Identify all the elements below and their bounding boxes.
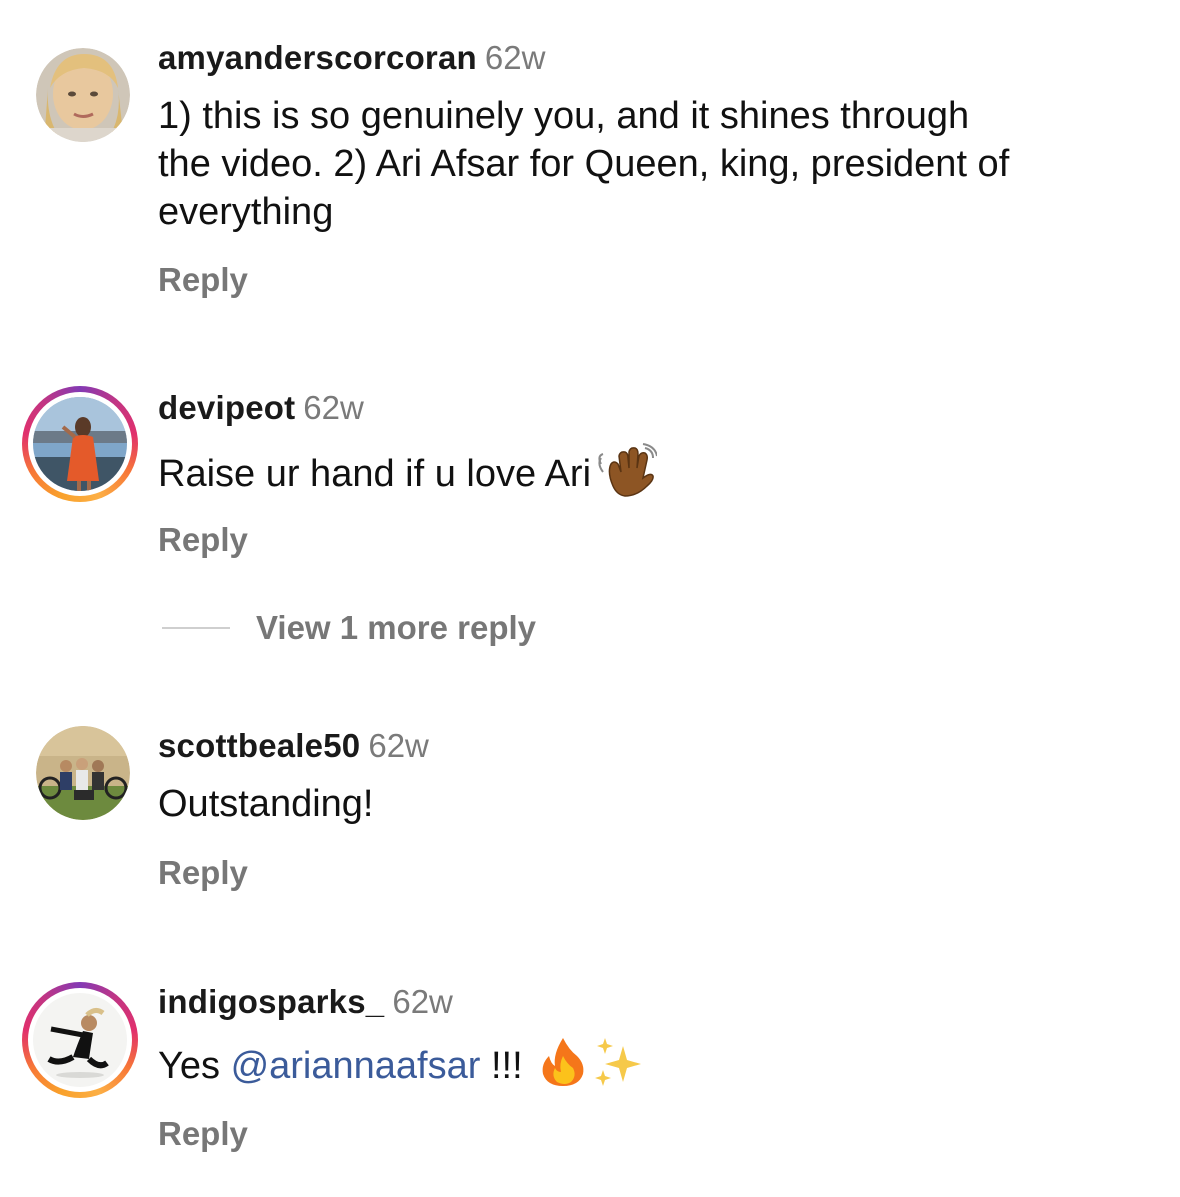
comment-text-prefix: Yes [158,1045,231,1088]
avatar-photo [36,48,130,142]
comment-text-line: the video. 2) Ari Afsar for Queen, king,… [158,143,1010,185]
avatar-photo [36,726,130,820]
avatar[interactable] [22,34,138,150]
avatar-story-ring[interactable] [22,386,138,502]
comment-header: amyanderscorcoran 62w [158,38,545,78]
comment-text: Raise ur hand if u love Ari [158,442,1158,510]
avatar-story-ring[interactable] [22,982,138,1098]
fire-icon [539,1036,587,1100]
view-more-replies[interactable]: View 1 more reply [162,608,536,648]
reply-button[interactable]: Reply [158,853,248,893]
username-link[interactable]: amyanderscorcoran [158,39,477,76]
comment-text: Yes @ariannaafsar !!! [158,1036,1158,1100]
view-more-replies-label[interactable]: View 1 more reply [256,609,536,647]
avatar-frame [36,726,130,820]
comment-text-line: everything [158,191,334,233]
comment-text: Outstanding! [158,780,1158,828]
username-link[interactable]: devipeot [158,389,295,426]
comment-header: scottbeale50 62w [158,726,429,766]
comment-text-content: Raise ur hand if u love Ari [158,453,592,496]
comment-timestamp: 62w [303,389,364,426]
comment-text-content: Outstanding! [158,783,374,825]
username-link[interactable]: indigosparks_ [158,983,384,1020]
avatar-frame [28,988,132,1092]
avatar[interactable] [22,712,138,828]
avatar-photo [33,993,127,1087]
thread-divider [162,627,230,629]
username-link[interactable]: scottbeale50 [158,727,360,764]
avatar-frame [28,392,132,496]
avatar-frame [36,48,130,142]
comment-timestamp: 62w [484,39,546,76]
reply-button[interactable]: Reply [158,520,248,560]
comment-text: 1) this is so genuinely you, and it shin… [158,92,1158,236]
comment-header: indigosparks_ 62w [158,982,453,1022]
comment-text-line: 1) this is so genuinely you, and it shin… [158,95,970,137]
comment-timestamp: 62w [392,983,453,1020]
mention-link[interactable]: @ariannaafsar [231,1045,481,1087]
sparkles-icon [593,1036,643,1100]
waving-hand-icon [597,442,658,510]
avatar-photo [33,397,127,491]
comment-header: devipeot 62w [158,388,364,428]
comment-text-suffix: !!! [480,1045,523,1088]
comment-timestamp: 62w [368,727,429,764]
reply-button[interactable]: Reply [158,1114,248,1154]
reply-button[interactable]: Reply [158,260,248,300]
